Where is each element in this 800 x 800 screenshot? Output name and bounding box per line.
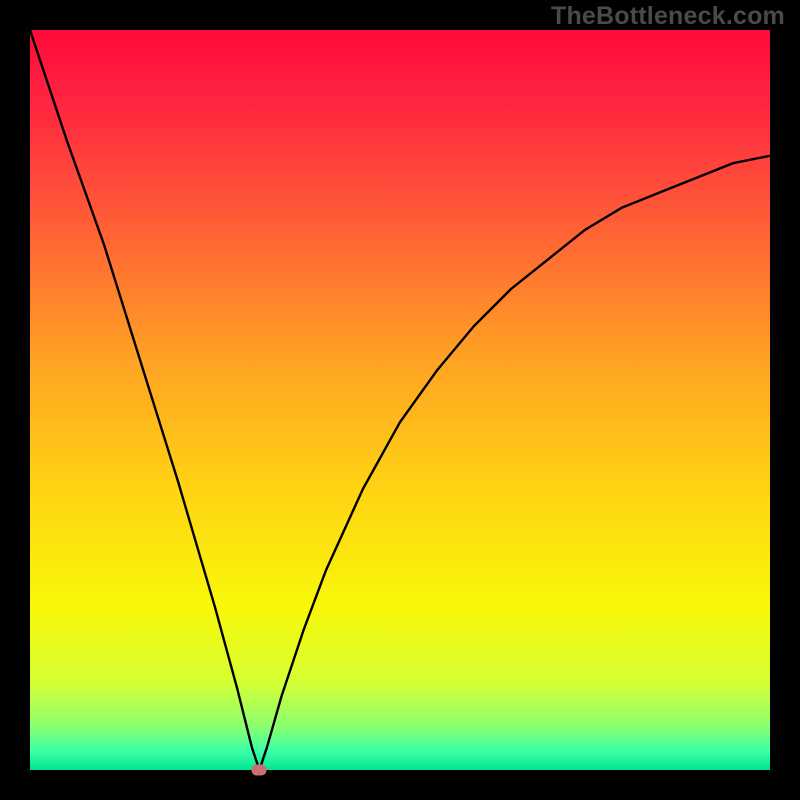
minimum-marker xyxy=(252,765,267,776)
plot-area xyxy=(30,30,770,770)
chart-svg xyxy=(30,30,770,770)
gradient-background xyxy=(30,30,770,770)
chart-frame: TheBottleneck.com xyxy=(0,0,800,800)
watermark-text: TheBottleneck.com xyxy=(551,2,785,31)
